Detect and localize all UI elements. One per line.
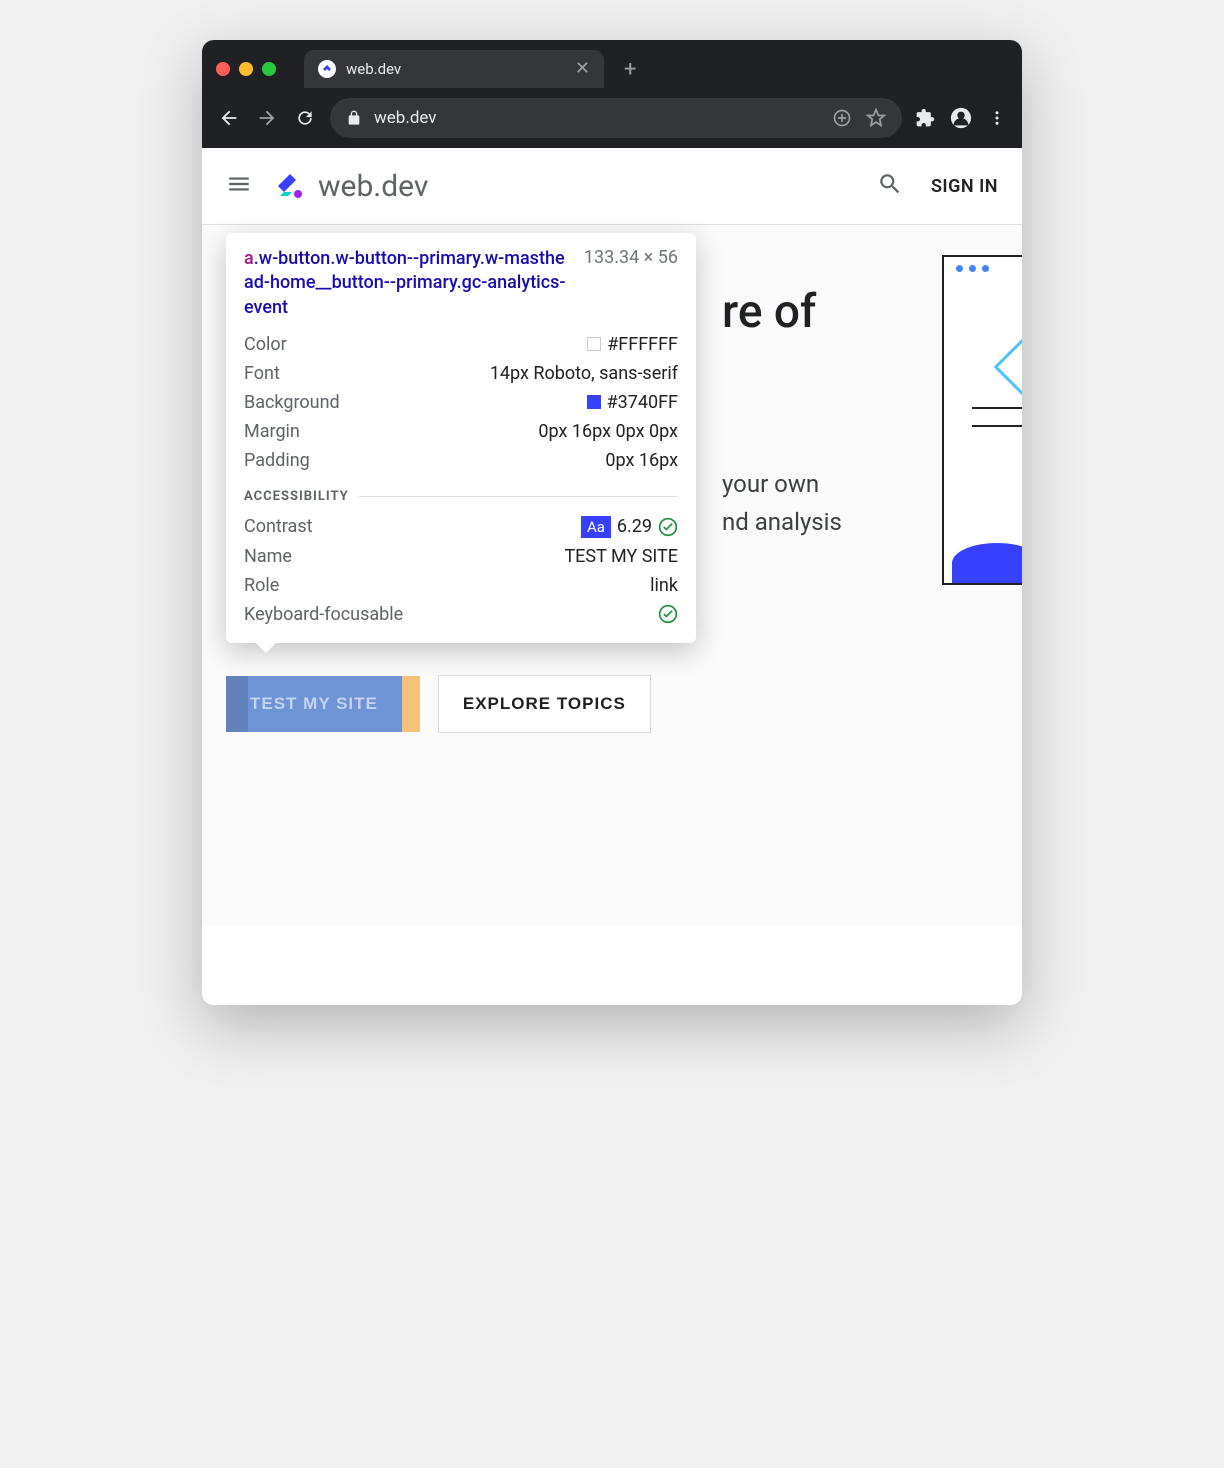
extensions-icon[interactable] — [914, 107, 936, 129]
browser-tab[interactable]: web.dev ✕ — [304, 50, 604, 88]
devtools-inspect-tooltip: a.w-button.w-button--primary.w-masthead-… — [226, 233, 696, 643]
a11y-row-focusable: Keyboard-focusable — [244, 600, 678, 629]
check-icon — [658, 517, 678, 537]
browser-toolbar: web.dev — [202, 88, 1022, 148]
accessibility-heading: ACCESSIBILITY — [244, 489, 678, 504]
site-header: web.dev SIGN IN — [202, 148, 1022, 225]
style-row-margin: Margin 0px 16px 0px 0px — [244, 417, 678, 446]
favicon-icon — [318, 60, 336, 78]
a11y-row-role: Role link — [244, 571, 678, 600]
plus-circle-icon[interactable] — [832, 108, 852, 128]
hero-illustration — [942, 255, 1022, 585]
element-dimensions: 133.34 × 56 — [584, 247, 678, 320]
check-icon — [658, 604, 678, 624]
bg-swatch — [587, 395, 601, 409]
hero-buttons: TEST MY SITE EXPLORE TOPICS — [226, 675, 651, 733]
minimize-window-button[interactable] — [239, 62, 253, 76]
reload-button[interactable] — [292, 105, 318, 131]
sign-in-link[interactable]: SIGN IN — [931, 176, 998, 197]
hero-section: re of your own nd analysis a.w-button.w-… — [202, 225, 1022, 925]
element-selector: a.w-button.w-button--primary.w-masthead-… — [244, 247, 572, 320]
logo-text: web.dev — [318, 169, 428, 204]
menu-icon[interactable] — [986, 107, 1008, 129]
page-content: web.dev SIGN IN re of your own nd analys… — [202, 148, 1022, 1005]
style-row-font: Font 14px Roboto, sans-serif — [244, 359, 678, 388]
style-row-color: Color #FFFFFF — [244, 330, 678, 359]
style-row-background: Background #3740FF — [244, 388, 678, 417]
profile-icon[interactable] — [950, 107, 972, 129]
logo-icon — [270, 166, 310, 206]
lock-icon — [346, 110, 362, 126]
explore-topics-button[interactable]: EXPLORE TOPICS — [438, 675, 651, 733]
browser-window: web.dev ✕ + web.dev — [202, 40, 1022, 1005]
new-tab-button[interactable]: + — [614, 57, 646, 82]
a11y-row-name: Name TEST MY SITE — [244, 542, 678, 571]
window-controls — [216, 62, 276, 76]
search-icon[interactable] — [877, 171, 903, 201]
contrast-badge: Aa — [581, 516, 611, 538]
color-swatch — [587, 337, 601, 351]
test-my-site-button[interactable]: TEST MY SITE — [226, 676, 402, 732]
star-icon[interactable] — [866, 108, 886, 128]
url-text: web.dev — [374, 108, 437, 128]
browser-chrome: web.dev ✕ + web.dev — [202, 40, 1022, 148]
close-window-button[interactable] — [216, 62, 230, 76]
hero-subtitle: your own nd analysis — [722, 465, 842, 542]
maximize-window-button[interactable] — [262, 62, 276, 76]
style-row-padding: Padding 0px 16px — [244, 446, 678, 475]
footer-area — [202, 925, 1022, 1005]
back-button[interactable] — [216, 105, 242, 131]
tab-bar: web.dev ✕ + — [202, 40, 1022, 88]
hero-title-fragment: re of — [722, 285, 816, 339]
a11y-row-contrast: Contrast Aa 6.29 — [244, 512, 678, 542]
site-logo[interactable]: web.dev — [270, 166, 428, 206]
forward-button[interactable] — [254, 105, 280, 131]
close-tab-icon[interactable]: ✕ — [575, 60, 590, 78]
hamburger-icon[interactable] — [226, 171, 252, 201]
address-bar[interactable]: web.dev — [330, 98, 902, 138]
tab-title: web.dev — [346, 60, 565, 78]
